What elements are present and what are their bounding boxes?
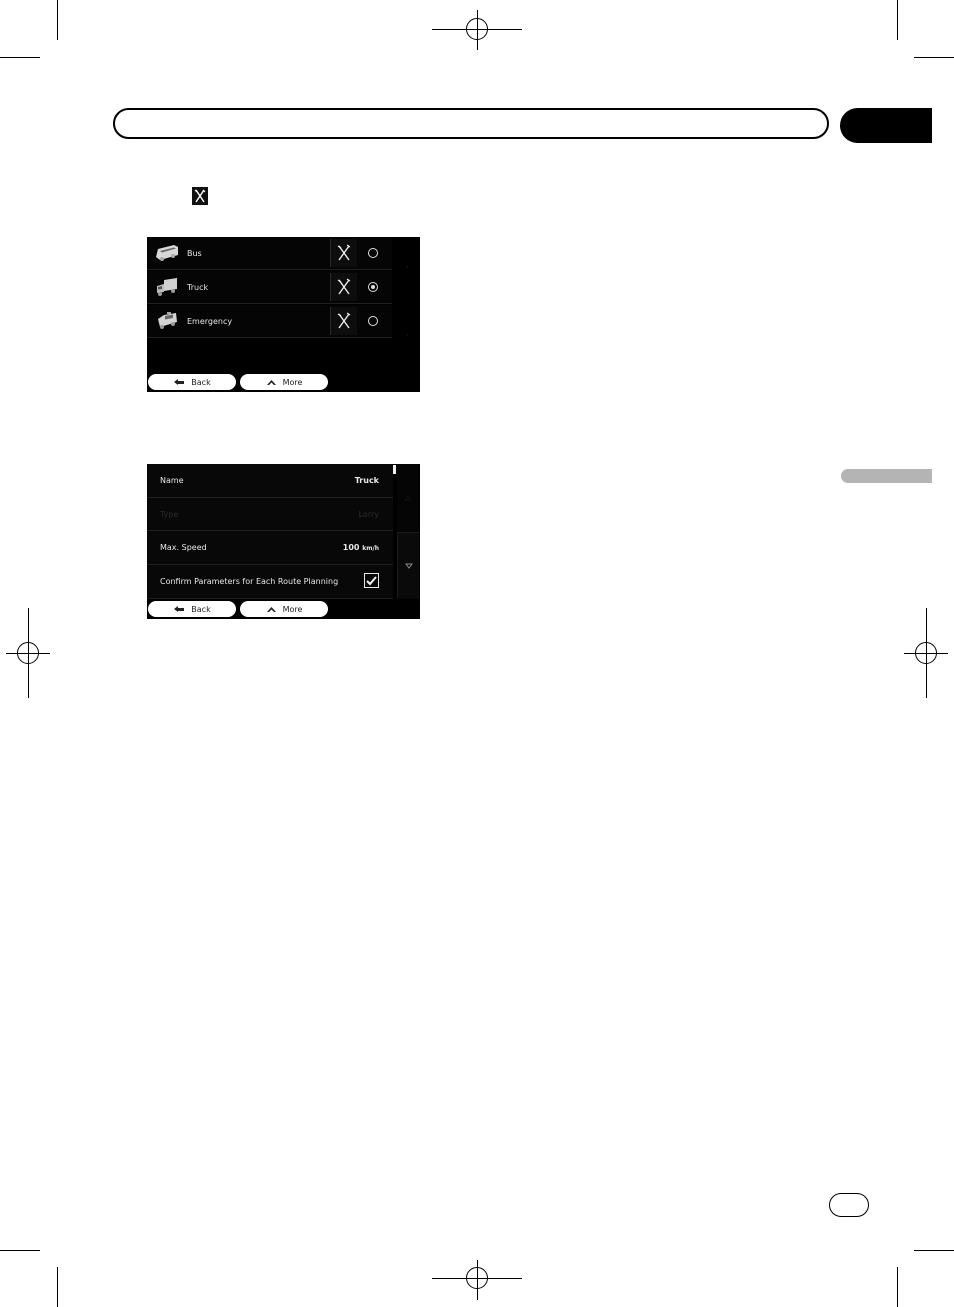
page-header-bar [113, 108, 829, 139]
crop-mark [897, 1267, 898, 1307]
triangle-down-icon [404, 563, 413, 569]
crop-mark [897, 0, 898, 40]
setting-value: Truck [354, 476, 379, 485]
truck-icon [154, 276, 180, 298]
back-label: Back [191, 377, 211, 387]
vehicle-name: Truck [187, 282, 209, 292]
bus-icon [154, 242, 180, 264]
scrollbar-thumb[interactable] [393, 465, 396, 474]
setting-value: 100 km/h [343, 543, 379, 552]
back-button[interactable]: Back [148, 601, 236, 617]
registration-circle [17, 642, 39, 664]
wrench-screwdriver-icon [337, 244, 351, 261]
vehicle-radio[interactable] [368, 316, 378, 326]
checkmark-icon [366, 575, 377, 585]
chevron-up-icon [266, 606, 276, 612]
setting-row-name[interactable]: Name Truck [147, 464, 393, 498]
crop-mark [914, 1250, 954, 1251]
setting-value: Lorry [358, 509, 379, 519]
vehicle-settings-screen: Name Truck Type Lorry Max. Speed 100 km/… [147, 464, 420, 619]
list-item[interactable]: Bus [147, 237, 392, 270]
wrench-screwdriver-icon [337, 278, 351, 295]
edit-profile-button[interactable] [330, 273, 357, 301]
more-label: More [282, 604, 303, 614]
registration-circle [466, 1267, 488, 1289]
setting-row-confirm-parameters[interactable]: Confirm Parameters for Each Route Planni… [147, 565, 393, 599]
vehicle-profile-screen: Bus Truck Emergency ‹ › Back More [147, 237, 420, 392]
registration-circle [466, 18, 488, 40]
setting-label: Confirm Parameters for Each Route Planni… [160, 577, 339, 586]
scroll-up-icon[interactable]: △ [405, 494, 410, 502]
page-number-badge [829, 1193, 869, 1217]
vehicle-radio-selected[interactable] [368, 282, 378, 292]
back-arrow-icon [174, 379, 185, 385]
list-item[interactable]: Emergency [147, 305, 392, 338]
chevron-up-icon [266, 379, 276, 385]
list-item[interactable]: Truck [147, 271, 392, 304]
setting-row-type: Type Lorry [147, 498, 393, 531]
setting-row-max-speed[interactable]: Max. Speed 100 km/h [147, 531, 393, 565]
wrench-screwdriver-icon [337, 312, 351, 329]
section-side-tab [841, 469, 932, 483]
vehicle-name: Bus [187, 248, 202, 258]
more-button[interactable]: More [240, 601, 328, 617]
back-arrow-icon [174, 606, 185, 612]
crop-mark [0, 57, 40, 58]
chapter-tab [840, 108, 932, 143]
vehicle-radio[interactable] [368, 248, 378, 258]
edit-profile-button[interactable] [330, 307, 357, 335]
scroll-down-button[interactable] [397, 532, 419, 598]
more-button[interactable]: More [240, 374, 328, 390]
crop-mark [57, 0, 58, 40]
setting-label: Name [160, 476, 184, 485]
setting-label: Type [160, 509, 179, 519]
crop-mark [0, 1250, 40, 1251]
emergency-vehicle-icon [154, 310, 180, 332]
back-label: Back [191, 604, 211, 614]
edit-profile-button[interactable] [330, 239, 357, 267]
crop-mark [914, 57, 954, 58]
confirm-checkbox[interactable] [364, 573, 379, 588]
scroll-up-arrow[interactable]: ‹ [406, 263, 409, 271]
setting-label: Max. Speed [160, 543, 207, 552]
crop-mark [57, 1267, 58, 1307]
back-button[interactable]: Back [148, 374, 236, 390]
vehicle-name: Emergency [187, 316, 233, 326]
speed-unit: km/h [362, 545, 379, 552]
speed-value: 100 [342, 543, 360, 552]
scroll-down-arrow[interactable]: › [406, 331, 409, 339]
registration-circle [915, 642, 937, 664]
more-label: More [282, 377, 303, 387]
wrench-screwdriver-icon [192, 187, 208, 205]
